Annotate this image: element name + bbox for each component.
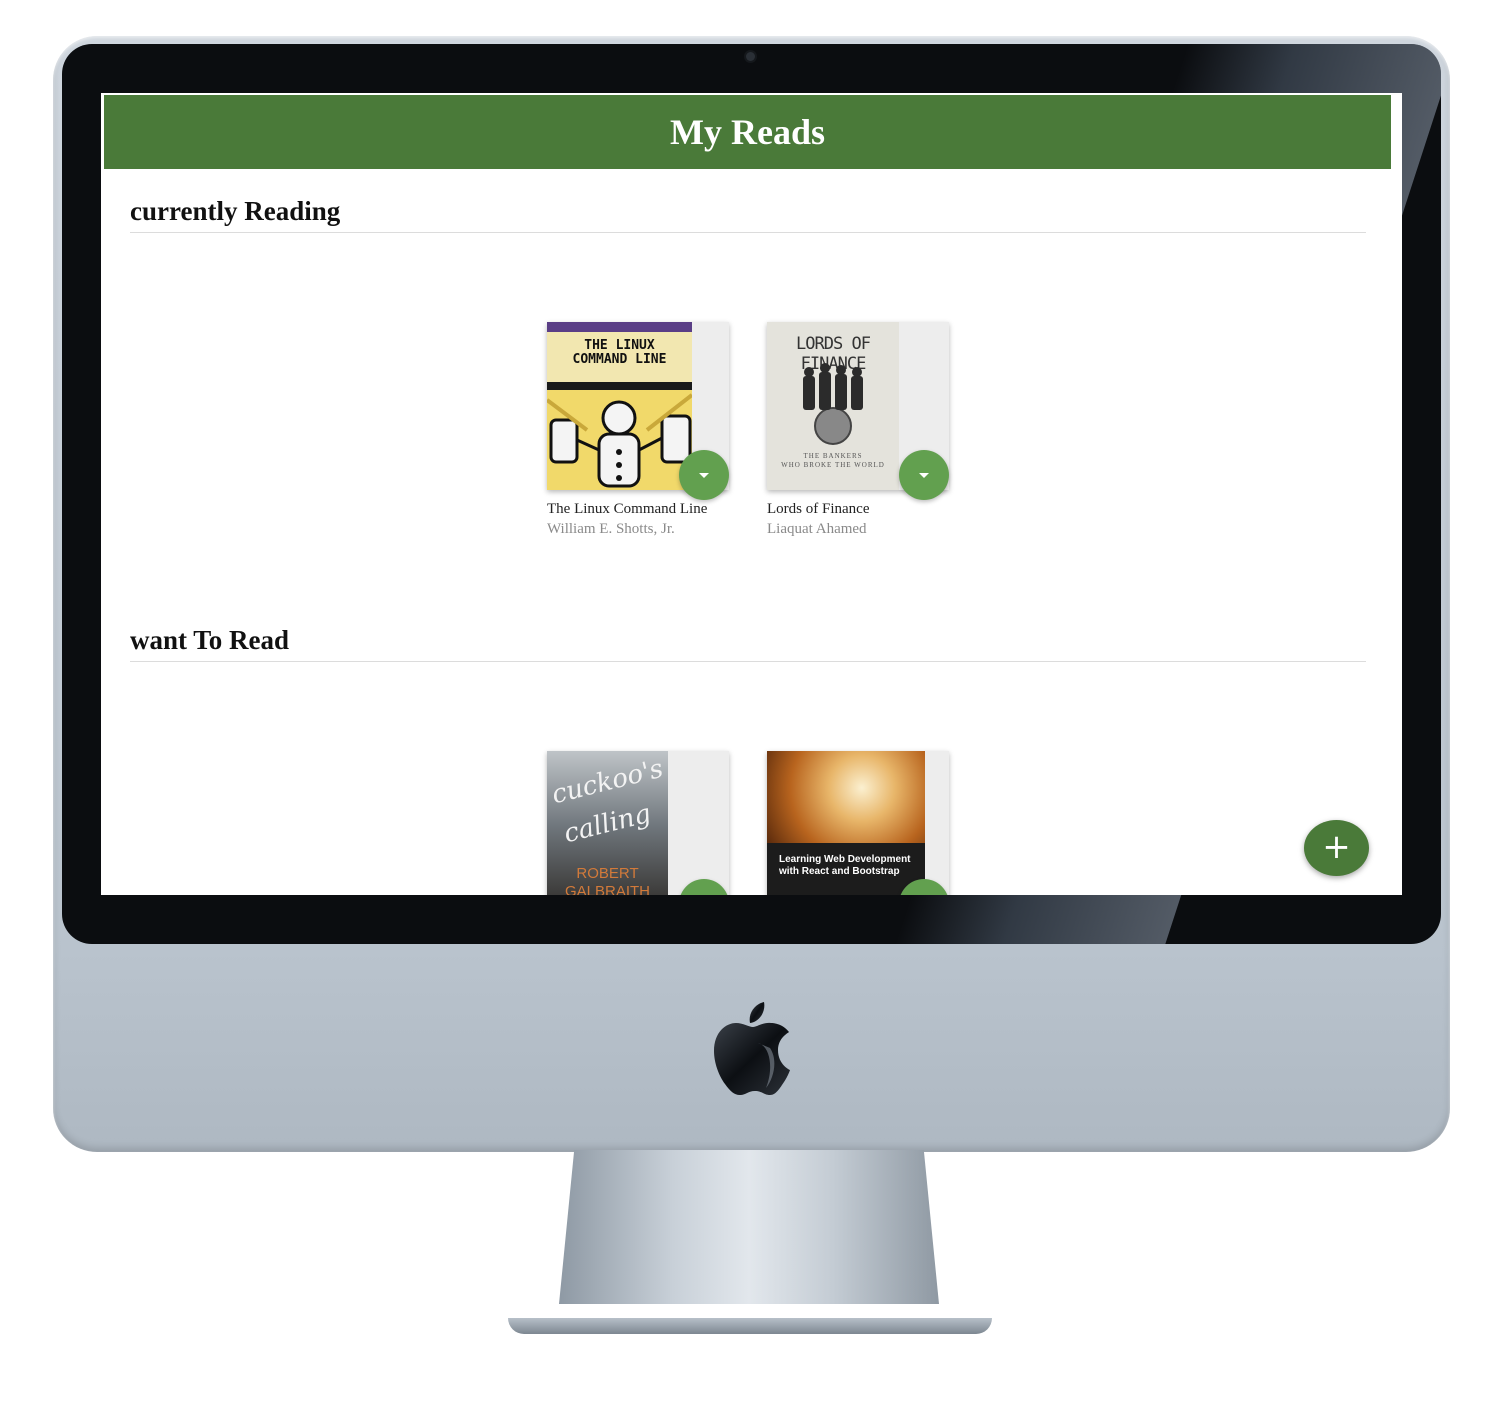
book-cover-container: Learning Web Development with React and … xyxy=(767,751,949,895)
book-card: THE LINUX COMMAND LINE The Linux Command… xyxy=(547,322,732,538)
cover-text: ROBERT xyxy=(576,865,639,882)
book-cover-image: cuckoo's calling ROBERT GALBRAITH xyxy=(547,751,668,895)
shelf-divider xyxy=(130,661,1366,662)
shelf-title-currently-reading: currently Reading xyxy=(130,196,341,226)
book-cover-container: cuckoo's calling ROBERT GALBRAITH xyxy=(547,751,729,895)
imac-stand xyxy=(559,1150,939,1304)
book-card: cuckoo's calling ROBERT GALBRAITH xyxy=(547,751,732,895)
plus-icon: + xyxy=(1322,826,1351,867)
imac-stand-foot xyxy=(508,1318,992,1334)
book-card: Learning Web Development with React and … xyxy=(767,751,952,895)
caret-down-icon xyxy=(919,472,929,478)
shelf-changer-button[interactable] xyxy=(679,879,729,895)
app-header: My Reads xyxy=(104,95,1391,169)
cover-text: WHO BROKE THE WORLD xyxy=(781,461,885,469)
book-author: Liaquat Ahamed xyxy=(767,521,867,537)
cover-text: THE LINUX xyxy=(584,338,655,353)
add-book-button[interactable]: + xyxy=(1304,820,1369,876)
bankers-illustration xyxy=(803,363,863,445)
book-title: Lords of Finance xyxy=(767,501,870,517)
book-cover-image: THE LINUX COMMAND LINE xyxy=(547,322,692,490)
shelf-divider xyxy=(130,232,1366,233)
camera-icon xyxy=(746,52,755,61)
apple-logo-icon xyxy=(714,1002,790,1095)
app-title: My Reads xyxy=(670,112,825,152)
cover-text: COMMAND LINE xyxy=(572,352,667,367)
book-title: The Linux Command Line xyxy=(547,501,708,517)
shelf-changer-button[interactable] xyxy=(899,450,949,500)
cover-text: with React and Bootstrap xyxy=(779,866,900,877)
cover-text: GALBRAITH xyxy=(564,883,651,895)
shelf-title-want-to-read: want To Read xyxy=(130,625,290,655)
book-cover-container: THE LINUX COMMAND LINE xyxy=(547,322,729,500)
book-cover-image: Learning Web Development with React and … xyxy=(767,751,925,895)
cover-text: Learning Web Development xyxy=(779,854,911,865)
robot-illustration xyxy=(547,390,692,490)
book-cover-image: LORDS OF FINANCE THE BANKERS WHO BROKE T… xyxy=(767,322,899,490)
book-author: William E. Shotts, Jr. xyxy=(547,521,675,537)
shelf-changer-button[interactable] xyxy=(679,450,729,500)
book-cover-container: LORDS OF FINANCE THE BANKERS WHO BROKE T… xyxy=(767,322,949,500)
caret-down-icon xyxy=(699,472,709,478)
screen: My Reads currently Reading THE LINUX COM… xyxy=(101,93,1402,895)
cover-text: THE BANKERS xyxy=(803,452,863,460)
book-card: LORDS OF FINANCE THE BANKERS WHO BROKE T… xyxy=(767,322,952,538)
